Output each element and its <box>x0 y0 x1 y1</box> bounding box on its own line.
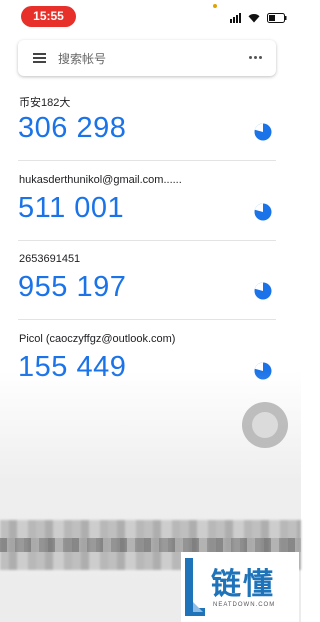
wifi-icon <box>248 13 260 23</box>
watermark-logo-icon <box>185 558 205 616</box>
menu-icon[interactable] <box>33 53 46 63</box>
divider <box>18 319 276 320</box>
otp-code[interactable]: 955 197 <box>18 271 126 304</box>
account-item[interactable]: hukasderthunikol@gmail.com...... 511 001 <box>0 174 301 254</box>
search-bar[interactable]: 搜索帐号 <box>18 40 276 76</box>
watermark: 链懂 NEATDOWN.COM <box>181 552 299 622</box>
divider <box>18 160 276 161</box>
notification-dot <box>213 4 217 8</box>
status-bar: 15:55 <box>0 0 301 34</box>
account-name: 2653691451 <box>19 253 81 265</box>
divider <box>18 240 276 241</box>
account-name: 币安182大 <box>19 97 71 109</box>
signal-icon <box>230 13 241 23</box>
assistive-touch-button[interactable] <box>242 402 288 448</box>
countdown-timer-icon <box>254 203 272 221</box>
more-vert-icon[interactable] <box>249 56 262 59</box>
countdown-timer-icon <box>254 282 272 300</box>
otp-code[interactable]: 511 001 <box>18 192 124 225</box>
watermark-text: 链懂 <box>211 568 275 601</box>
account-item[interactable]: 2653691451 955 197 <box>0 253 301 333</box>
account-item[interactable]: 币安182大 306 298 <box>0 94 301 174</box>
status-time: 15:55 <box>21 6 76 27</box>
account-name: hukasderthunikol@gmail.com...... <box>19 174 182 186</box>
search-input[interactable]: 搜索帐号 <box>58 50 106 67</box>
countdown-timer-icon <box>254 123 272 141</box>
account-name: Picol (caoczyffgz@outlook.com) <box>19 333 176 345</box>
status-icons <box>230 12 287 24</box>
battery-icon <box>267 13 287 23</box>
watermark-subtext: NEATDOWN.COM <box>213 602 276 608</box>
blurred-content <box>0 538 301 552</box>
otp-code[interactable]: 306 298 <box>18 112 126 145</box>
